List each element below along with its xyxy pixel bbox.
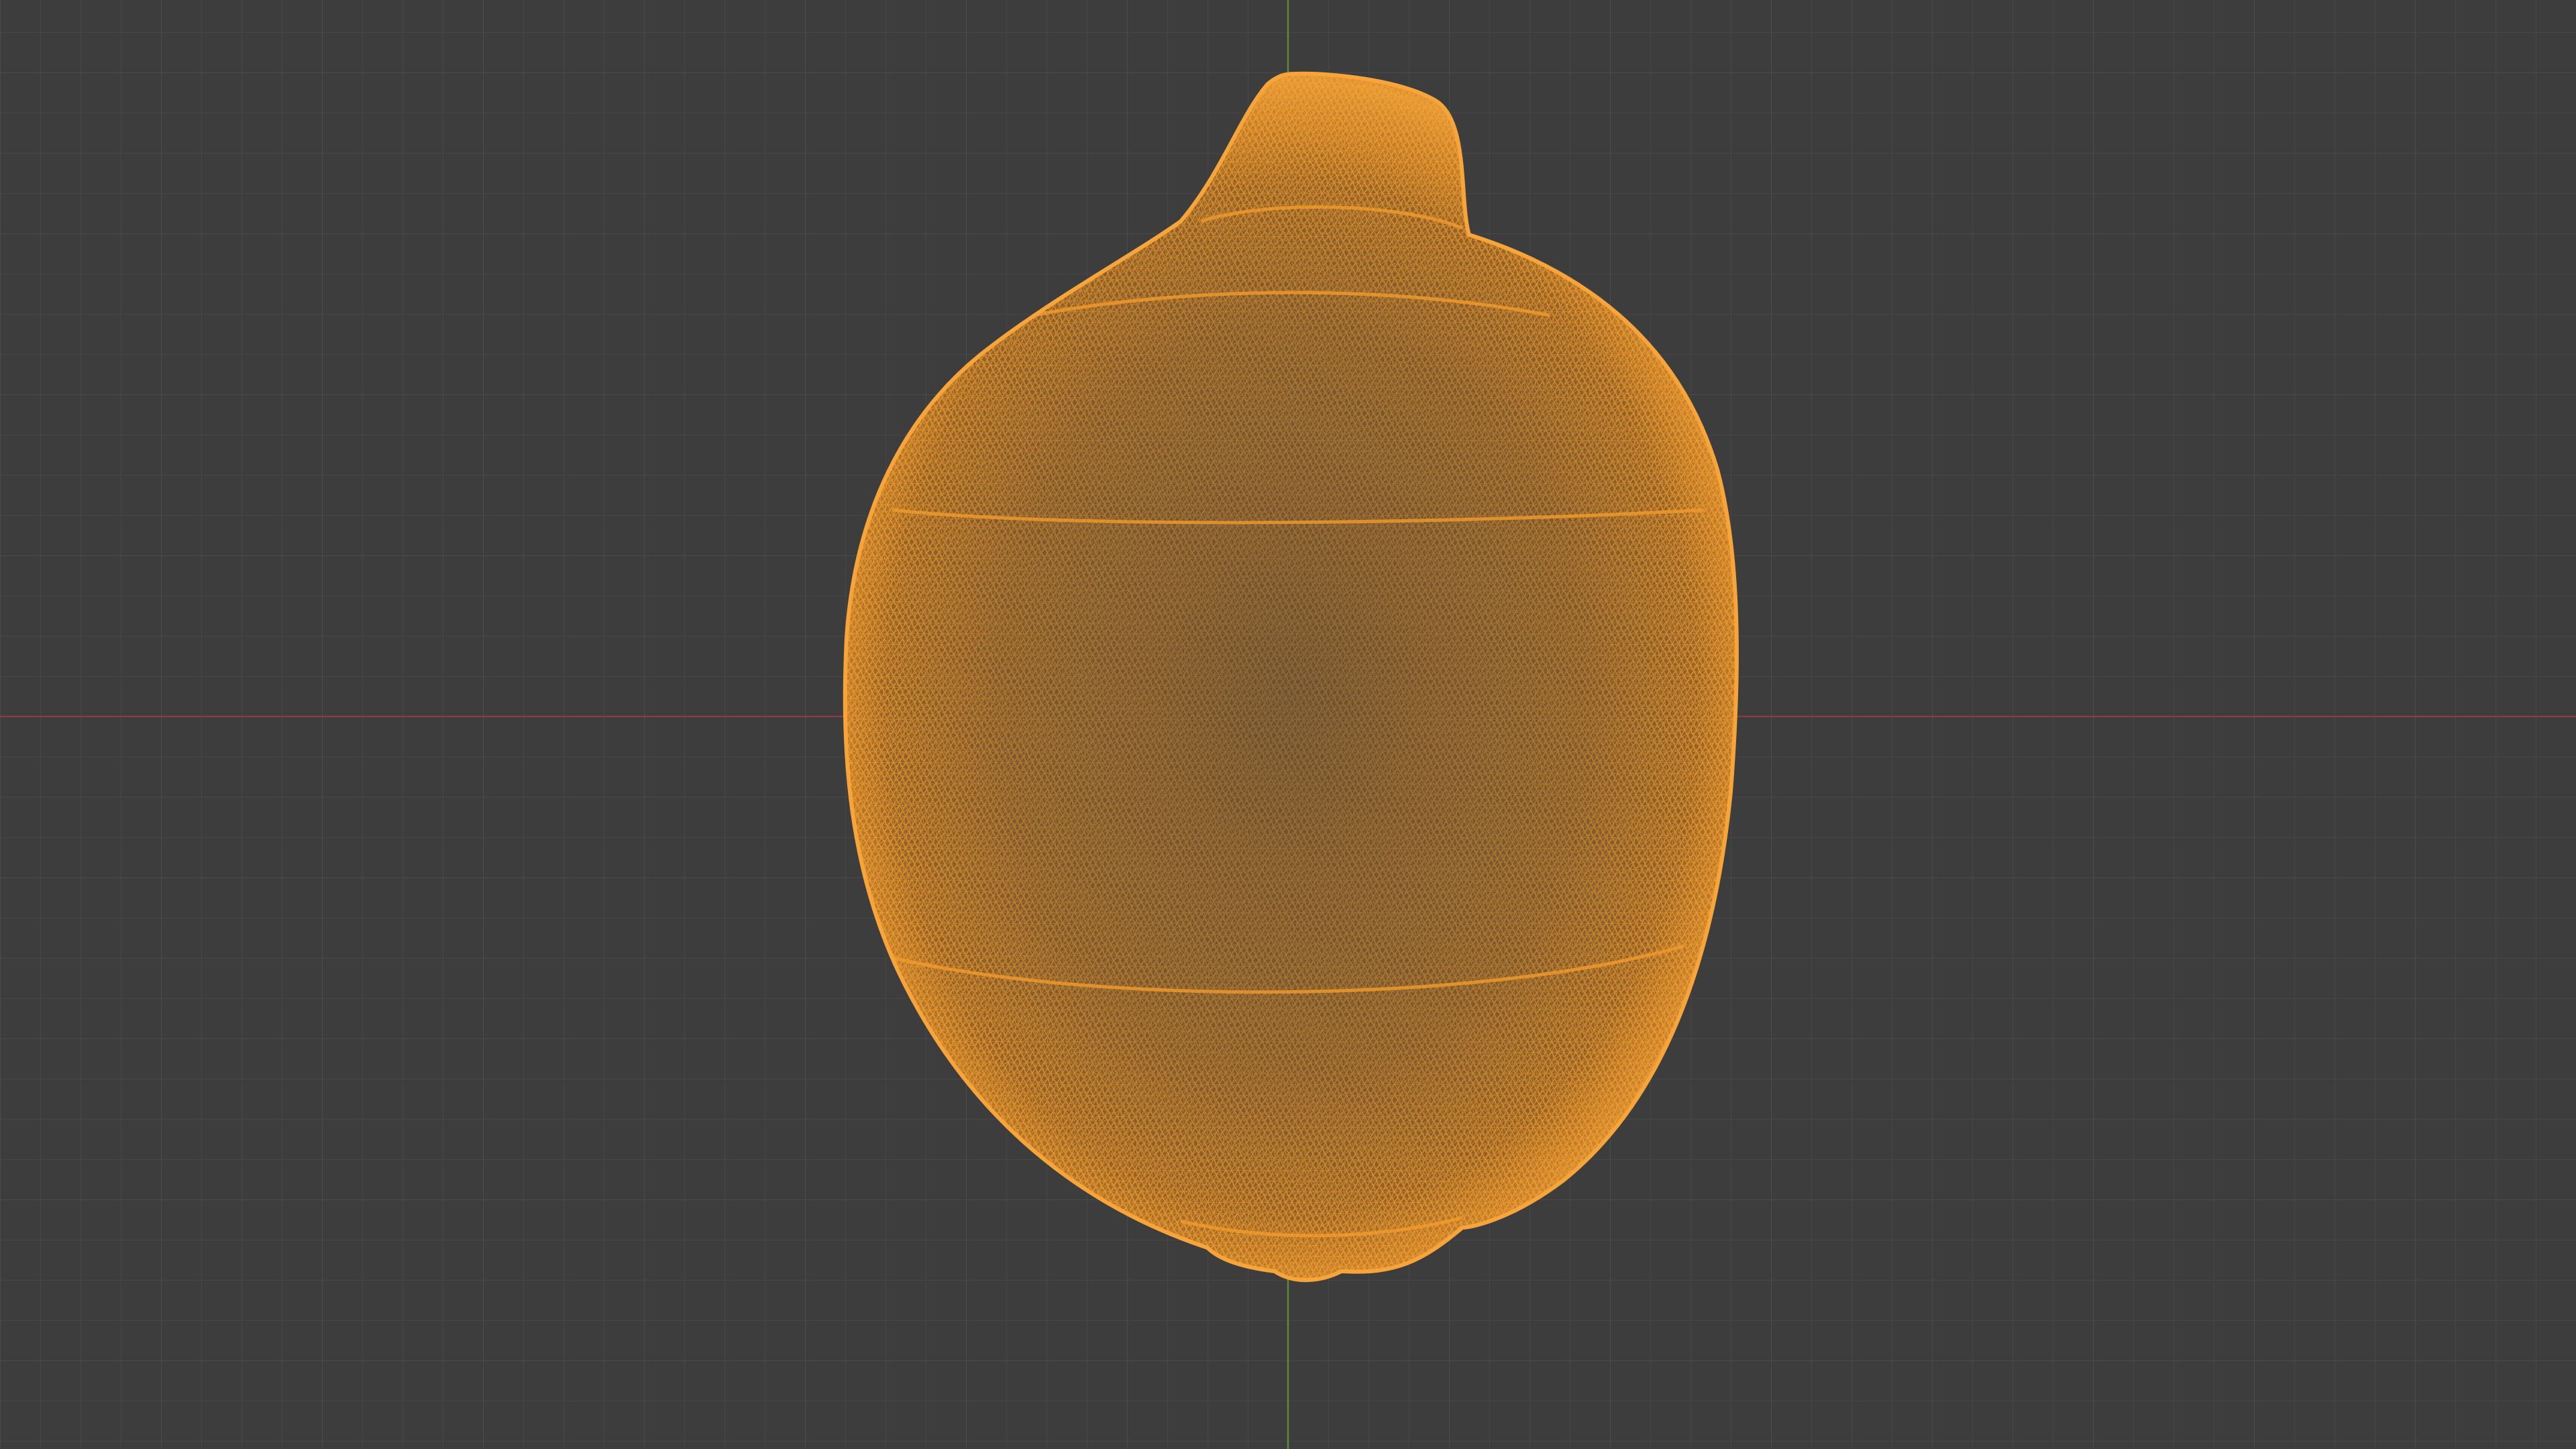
3d-viewport[interactable] [0,0,2576,1449]
viewport-canvas[interactable] [0,0,2576,1449]
